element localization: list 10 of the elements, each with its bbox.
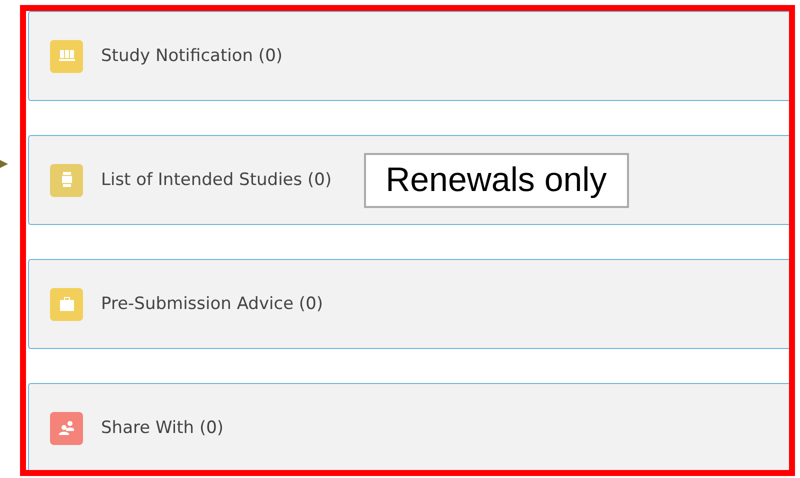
section-title: Pre-Submission Advice (0)	[101, 294, 324, 314]
section-panel[interactable]: Share With (0)	[28, 383, 789, 470]
arrowhead-icon	[0, 158, 8, 170]
callout-note: Renewals only	[364, 152, 629, 208]
section-title: List of Intended Studies (0)	[101, 170, 332, 190]
section-panel[interactable]: Study Notification (0)	[28, 11, 789, 101]
section-title: Study Notification (0)	[101, 46, 283, 66]
section-title: Share With (0)	[101, 418, 224, 438]
section-panel[interactable]: List of Intended Studies (0) Renewals only	[28, 135, 789, 225]
section-panel[interactable]: Pre-Submission Advice (0)	[28, 259, 789, 349]
